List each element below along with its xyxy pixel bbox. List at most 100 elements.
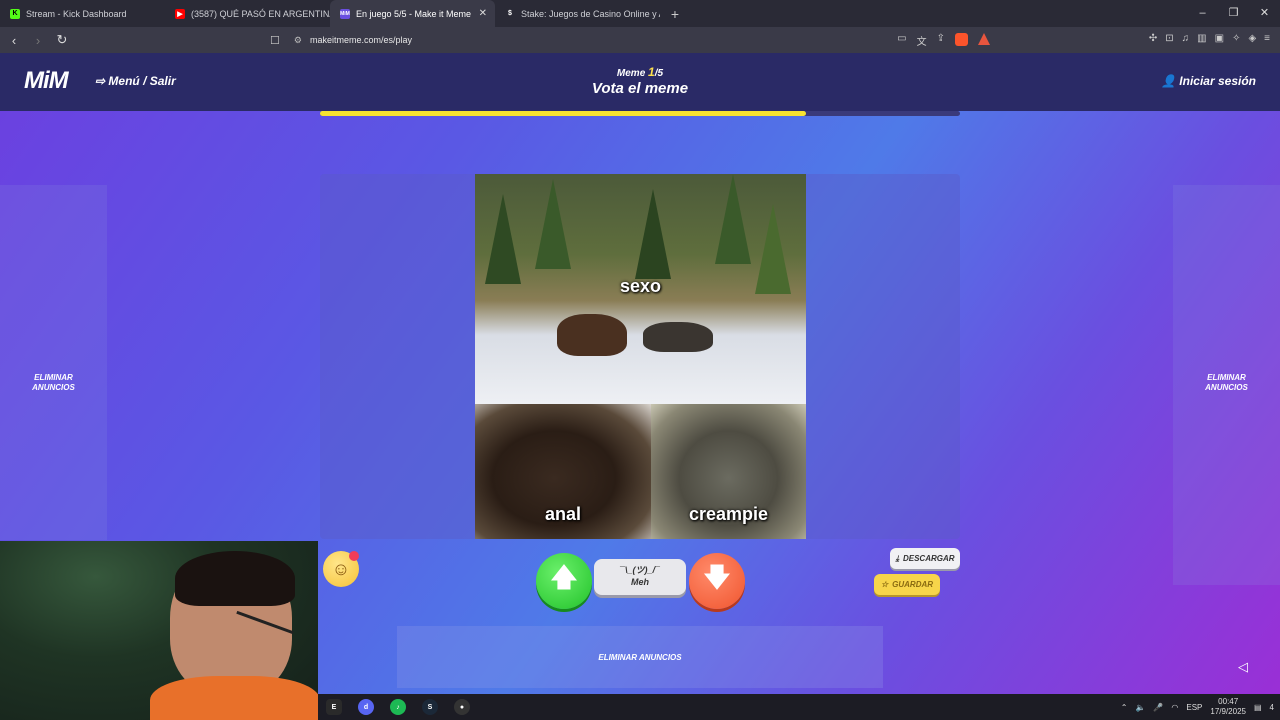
brave-shields-icon[interactable] [955, 32, 968, 46]
tab-title: En juego 5/5 - Make it Meme [356, 8, 472, 19]
tab-youtube[interactable]: ▶ (3587) QUÉ PASÓ EN ARGENTINA? | [165, 0, 330, 27]
arrow-down-icon: 🡇 [703, 562, 731, 592]
taskbar-discord[interactable]: d [350, 694, 382, 720]
vote-controls: 🡅 ¯\_(ツ)_/¯ Meh 🡇 [536, 553, 746, 613]
obs-icon: ● [454, 699, 470, 715]
taskbar-spotify[interactable]: ♪ [382, 694, 414, 720]
heart-icon [349, 551, 359, 561]
translate-icon[interactable]: 文 [917, 33, 927, 48]
vpn-icon[interactable]: ◈ [1248, 33, 1256, 44]
extensions-icon[interactable]: ✣ [1149, 33, 1157, 44]
meme-image: sexo anal creampie [475, 174, 806, 539]
remove-ads-line-1: ELIMINAR [34, 373, 73, 382]
ad-right[interactable]: ELIMINAR ANUNCIOS [1173, 185, 1280, 585]
ad-left[interactable]: ELIMINAR ANUNCIOS [0, 185, 107, 540]
clock-time: 00:47 [1218, 697, 1239, 706]
meme-counter: Meme 1/5 [0, 65, 1280, 79]
meme-panel-bear-closeup: anal [475, 404, 651, 539]
back-icon[interactable]: ‹ [4, 33, 24, 48]
chevron-up-icon[interactable]: ⌃ [1121, 703, 1128, 712]
tab-makeitmeme[interactable]: MiM En juego 5/5 - Make it Meme ✕ [330, 0, 495, 27]
clock[interactable]: 00:47 17/9/2025 [1210, 697, 1246, 717]
restore-icon[interactable]: ❐ [1218, 0, 1249, 27]
meme-label: Meme [616, 68, 646, 79]
tab-stake[interactable]: $ Stake: Juegos de Casino Online y Ap [495, 0, 660, 27]
close-tab-icon[interactable]: ✕ [479, 8, 487, 19]
volume-icon[interactable]: 🔈 [1135, 703, 1145, 712]
language-indicator[interactable]: ESP [1186, 703, 1202, 712]
music-icon[interactable]: ♫ [1182, 33, 1190, 44]
page-title: Vota el meme [591, 80, 689, 97]
download-label: DESCARGAR [902, 554, 955, 563]
remove-ads-right[interactable]: ELIMINAR ANUNCIOS [1173, 373, 1280, 393]
minimize-icon[interactable]: – [1187, 0, 1218, 27]
windows-taskbar: E d ♪ S ● ⌃ 🔈 🎤 ◠ ESP 00:47 17/9/2025 ▤ … [318, 694, 1280, 720]
bookmark-icon[interactable]: ☐ [270, 34, 280, 47]
menu-icon[interactable]: ≡ [1264, 33, 1270, 44]
star-icon: ☆ [880, 580, 889, 589]
caption-top: sexo [619, 276, 662, 296]
brave-rewards-icon[interactable] [978, 32, 990, 45]
tab-kick[interactable]: K Stream - Kick Dashboard [0, 0, 165, 27]
taskbar-obs[interactable]: ● [446, 694, 478, 720]
site-info-icon[interactable]: ⚙ [294, 35, 302, 46]
address-bar: ‹ › ↻ ☐ ⚙ makeitmeme.com/es/play ▭ 文 ⇪ ✣… [0, 27, 1280, 53]
save-label: GUARDAR [892, 580, 934, 589]
timer-progress-fill [320, 111, 807, 116]
youtube-icon: ▶ [175, 8, 185, 19]
remove-ads-line-2: ANUNCIOS [1205, 383, 1248, 392]
system-tray: ⌃ 🔈 🎤 ◠ ESP 00:47 17/9/2025 ▤ 4 [1121, 694, 1274, 720]
mim-icon: MiM [340, 8, 350, 19]
sidebar-icon[interactable]: ▥ [1197, 33, 1206, 44]
reload-icon[interactable]: ↻ [52, 32, 72, 48]
meme-panel-bear-wolf: sexo [475, 174, 806, 404]
new-tab-button[interactable]: + [664, 6, 686, 22]
ad-bottom[interactable]: ELIMINAR ANUNCIOS [397, 626, 883, 688]
arrow-up-icon: 🡅 [550, 562, 578, 592]
remove-ads-left[interactable]: ELIMINAR ANUNCIOS [0, 373, 107, 393]
downvote-button[interactable]: 🡇 [689, 553, 745, 609]
url-text: makeitmeme.com/es/play [309, 35, 412, 45]
shrug-face: ¯\_(ツ)_/¯ [620, 565, 660, 575]
wallet-icon[interactable]: ▣ [1215, 33, 1224, 44]
wifi-icon[interactable]: ◠ [1171, 703, 1178, 712]
remove-ads-bottom[interactable]: ELIMINAR ANUNCIOS [598, 653, 681, 662]
share-icon[interactable]: ⇪ [937, 33, 945, 48]
remove-ads-line-2: ANUNCIOS [32, 383, 75, 392]
tab-title: Stake: Juegos de Casino Online y Ap [521, 8, 660, 19]
taskbar-epic[interactable]: E [318, 694, 350, 720]
notifications-icon[interactable]: ▤ [1254, 703, 1262, 712]
save-button[interactable]: ☆ GUARDAR [874, 574, 940, 595]
spotify-icon: ♪ [390, 699, 406, 715]
upvote-button[interactable]: 🡅 [536, 553, 592, 609]
signin-label: Iniciar sesión [1179, 74, 1256, 88]
streamer-hair [175, 551, 295, 606]
kick-icon: K [10, 8, 20, 19]
signin-button[interactable]: 👤 Iniciar sesión [1161, 74, 1256, 88]
mic-icon[interactable]: 🎤 [1153, 703, 1163, 712]
window-controls: – ❐ ✕ [1187, 0, 1280, 27]
download-button[interactable]: ⤓ DESCARGAR [890, 548, 960, 569]
caption-right: creampie [688, 504, 769, 524]
reaction-button[interactable]: ☺ [323, 551, 359, 587]
sound-icon[interactable]: ◁ [1238, 659, 1248, 675]
meh-label: Meh [631, 577, 649, 587]
cast-icon[interactable]: ▭ [897, 33, 906, 48]
close-window-icon[interactable]: ✕ [1249, 0, 1280, 27]
caption-left: anal [544, 504, 582, 524]
taskbar-steam[interactable]: S [414, 694, 446, 720]
meh-button[interactable]: ¯\_(ツ)_/¯ Meh [594, 559, 686, 595]
remove-ads-line-1: ELIMINAR [1207, 373, 1246, 382]
tab-title: Stream - Kick Dashboard [26, 8, 127, 19]
leo-icon[interactable]: ✧ [1232, 33, 1240, 44]
user-icon: 👤 [1161, 74, 1176, 88]
forward-icon[interactable]: › [28, 33, 48, 48]
download-icon: ⤓ [895, 553, 899, 563]
screenshot-icon[interactable]: ⊡ [1165, 33, 1173, 44]
timer-progress [320, 111, 960, 116]
url-field[interactable]: ☐ ⚙ makeitmeme.com/es/play ▭ 文 ⇪ [270, 31, 990, 49]
notification-count: 4 [1269, 702, 1274, 712]
site-header: MiM ⇨ Menú / Salir Meme 1/5 Vota el meme… [0, 53, 1280, 111]
webcam-overlay [0, 541, 318, 720]
steam-icon: S [422, 699, 438, 715]
